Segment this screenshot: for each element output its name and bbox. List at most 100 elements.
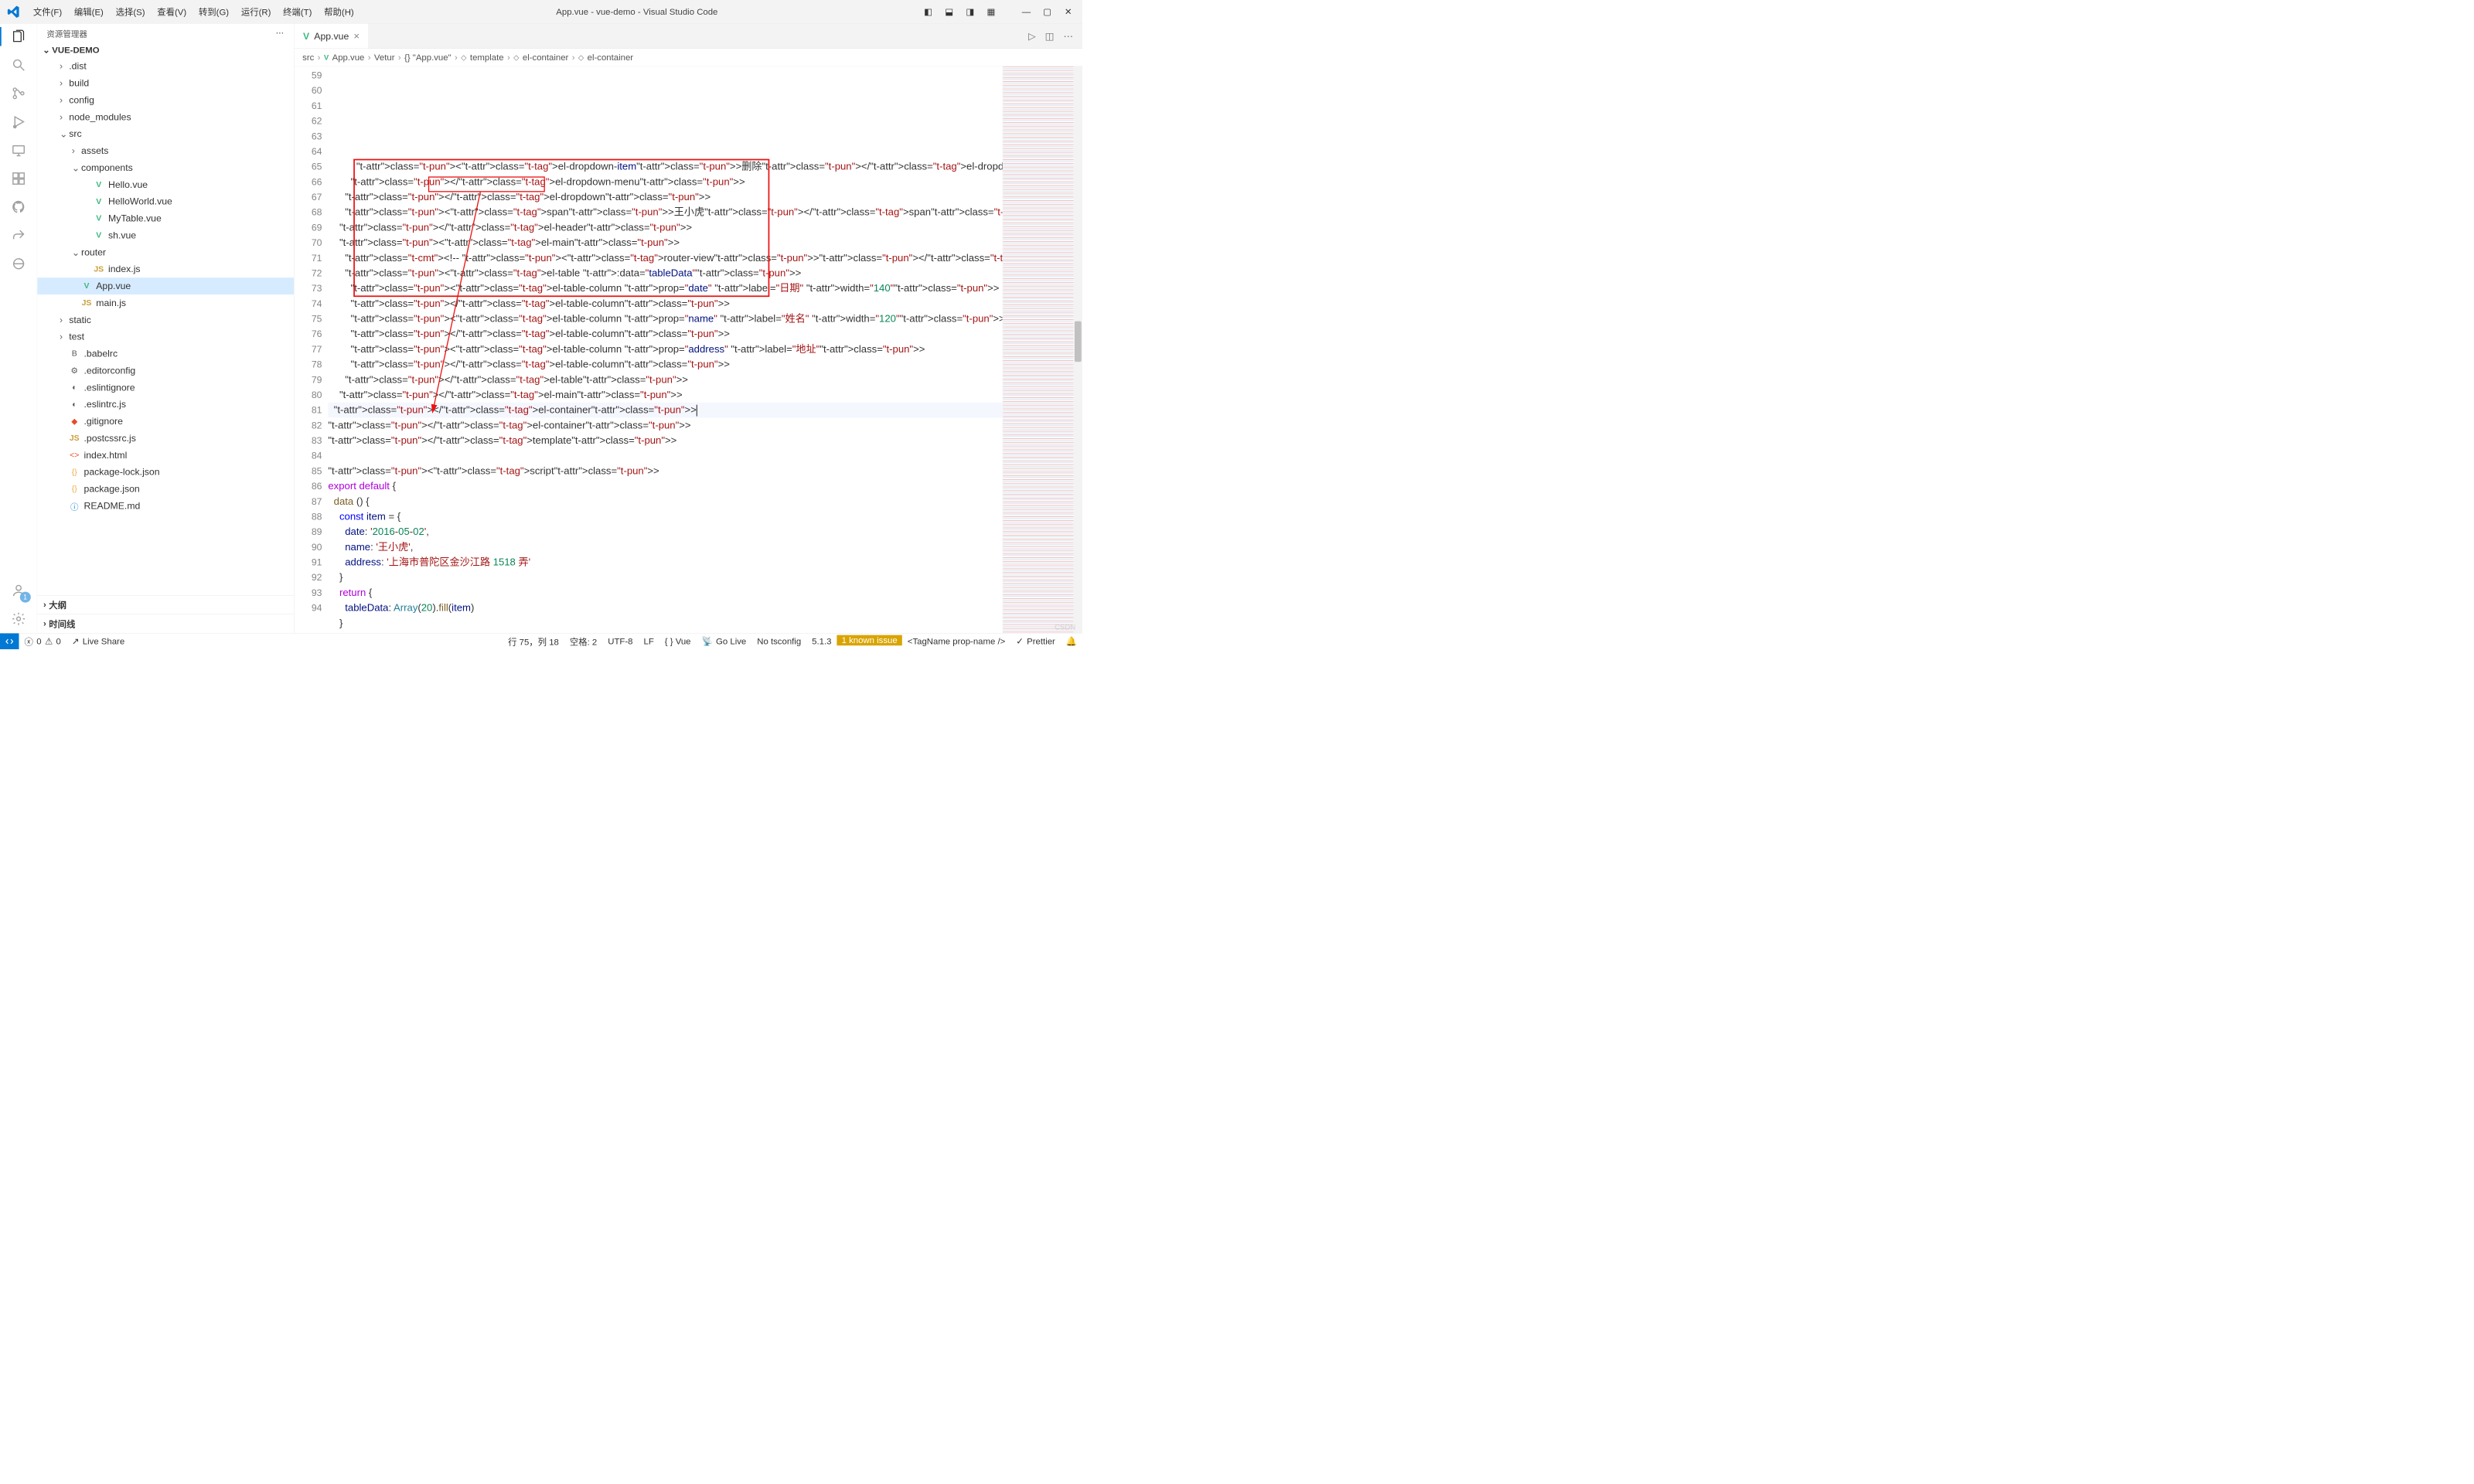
file-icon: ◆ [69,416,80,427]
status-notifications-icon[interactable]: 🔔 [1061,635,1082,648]
status-liveshare[interactable]: ↗ Live Share [66,636,130,647]
tree-item[interactable]: ⌄src [37,125,294,142]
sidebar: 资源管理器 ⋯ ⌄ VUE-DEMO ›.dist›build›config›n… [37,24,295,633]
tree-item[interactable]: JS.postcssrc.js [37,430,294,447]
activity-copilot-icon[interactable] [9,254,29,274]
line-gutter: 5960616263646566676869707172737475767778… [295,66,329,633]
file-icon: {} [69,484,80,495]
tree-item[interactable]: ⓘREADME.md [37,498,294,515]
tree-item[interactable]: ⚙.editorconfig [37,362,294,380]
breadcrumb[interactable]: src› VApp.vue› Vetur› {} "App.vue"› ◇tem… [295,49,1082,66]
window-close-icon[interactable]: ✕ [1061,4,1075,19]
tree-item[interactable]: VApp.vue [37,277,294,294]
file-icon: ◐ [69,399,80,410]
layout-sidebar-right-icon[interactable]: ◨ [963,4,977,19]
activity-remote-icon[interactable] [9,141,29,160]
file-icon: JS [81,298,92,308]
tree-item[interactable]: JSmain.js [37,294,294,311]
menu-selection[interactable]: 选择(S) [110,5,152,18]
more-actions-icon[interactable]: ⋯ [1064,30,1073,41]
tab-close-icon[interactable]: × [353,30,360,42]
file-icon: JS [69,433,80,444]
status-prettier[interactable]: Prettier [1010,635,1061,648]
tree-item[interactable]: ›test [37,328,294,345]
status-golive[interactable]: 📡 Go Live [697,635,752,648]
file-icon: JS [94,264,104,274]
tab-app-vue[interactable]: V App.vue × [295,24,369,49]
tree-item[interactable]: ◐.eslintignore [37,379,294,396]
menu-run[interactable]: 运行(R) [235,5,277,18]
menu-edit[interactable]: 编辑(E) [68,5,110,18]
sidebar-actions-icon[interactable]: ⋯ [276,28,285,38]
status-eol[interactable]: LF [638,635,659,648]
tree-item[interactable]: ›config [37,92,294,109]
window-maximize-icon[interactable]: ▢ [1040,4,1055,19]
layout-sidebar-left-icon[interactable]: ◧ [921,4,935,19]
window-minimize-icon[interactable]: — [1019,4,1034,19]
status-encoding[interactable]: UTF-8 [602,635,638,648]
menu-file[interactable]: 文件(F) [27,5,68,18]
menu-help[interactable]: 帮助(H) [318,5,360,18]
activity-settings-icon[interactable] [9,609,29,628]
tree-item[interactable]: VMyTable.vue [37,210,294,227]
tree-item[interactable]: <>index.html [37,447,294,464]
tree-item[interactable]: ◐.eslintrc.js [37,396,294,413]
tree-item[interactable]: Vsh.vue [37,227,294,244]
status-bar: ⓧ 0 ⚠ 0 ↗ Live Share 行 75，列 18 空格: 2 UTF… [0,633,1082,649]
tree-item[interactable]: {}package-lock.json [37,464,294,481]
activity-scm-icon[interactable] [9,84,29,104]
chevron-down-icon: ⌄ [43,45,50,56]
layout-customize-icon[interactable]: ▦ [983,4,998,19]
tree-item[interactable]: ›assets [37,142,294,159]
remote-indicator-icon[interactable] [0,633,19,649]
activity-explorer-icon[interactable] [9,27,29,46]
folder-root[interactable]: ⌄ VUE-DEMO [37,42,294,58]
outline-panel[interactable]: ›大纲 [37,595,294,614]
activity-github-icon[interactable] [9,198,29,217]
layout-panel-icon[interactable]: ⬓ [942,4,956,19]
tree-item[interactable]: ›static [37,311,294,328]
status-cursor-pos[interactable]: 行 75，列 18 [503,635,564,648]
activity-search-icon[interactable] [9,56,29,75]
menu-view[interactable]: 查看(V) [151,5,193,18]
tree-item[interactable]: ›build [37,75,294,92]
tree-item[interactable]: VHello.vue [37,176,294,193]
activity-extensions-icon[interactable] [9,169,29,189]
tree-item[interactable]: ⌄components [37,159,294,176]
activity-liveshare-icon[interactable] [9,226,29,245]
tree-item[interactable]: VHelloWorld.vue [37,193,294,210]
activity-debug-icon[interactable] [9,112,29,131]
status-problems[interactable]: ⓧ 0 ⚠ 0 [19,635,66,648]
file-icon: {} [69,467,80,478]
tree-item[interactable]: ⌄router [37,243,294,260]
status-version[interactable]: 5.1.3 [806,635,837,648]
code-area[interactable]: "t-attr">class="t-pun"><"t-attr">class="… [328,66,1002,633]
menu-go[interactable]: 转到(G) [193,5,235,18]
status-tagname[interactable]: <TagName prop-name /> [902,635,1010,648]
file-icon: V [94,179,104,190]
tree-item[interactable]: {}package.json [37,481,294,498]
status-language[interactable]: { } Vue [659,635,697,648]
run-icon[interactable]: ▷ [1028,30,1035,41]
timeline-panel[interactable]: ›时间线 [37,614,294,634]
file-icon: V [94,213,104,224]
status-indent[interactable]: 空格: 2 [564,635,602,648]
menu-terminal[interactable]: 终端(T) [277,5,318,18]
scrollbar-vertical[interactable] [1074,66,1082,633]
vue-file-icon: V [303,31,309,42]
tree-item[interactable]: B.babelrc [37,345,294,362]
tree-item[interactable]: ›.dist [37,58,294,75]
editor-group: V App.vue × ▷ ◫ ⋯ src› VApp.vue› Vetur› … [295,24,1082,633]
tree-item[interactable]: JSindex.js [37,260,294,277]
file-tree[interactable]: ›.dist›build›config›node_modules⌄src›ass… [37,58,294,595]
file-icon: <> [69,450,80,461]
sidebar-title: 资源管理器 [46,27,87,39]
split-editor-icon[interactable]: ◫ [1045,30,1055,41]
status-tsconfig[interactable]: No tsconfig [751,635,806,648]
minimap[interactable] [1003,66,1074,633]
status-known-issue[interactable]: 1 known issue [837,635,901,646]
tree-item[interactable]: ◆.gitignore [37,413,294,430]
file-icon: ⚙ [69,366,80,376]
tree-item[interactable]: ›node_modules [37,108,294,125]
activity-accounts-icon[interactable]: 1 [9,581,29,601]
